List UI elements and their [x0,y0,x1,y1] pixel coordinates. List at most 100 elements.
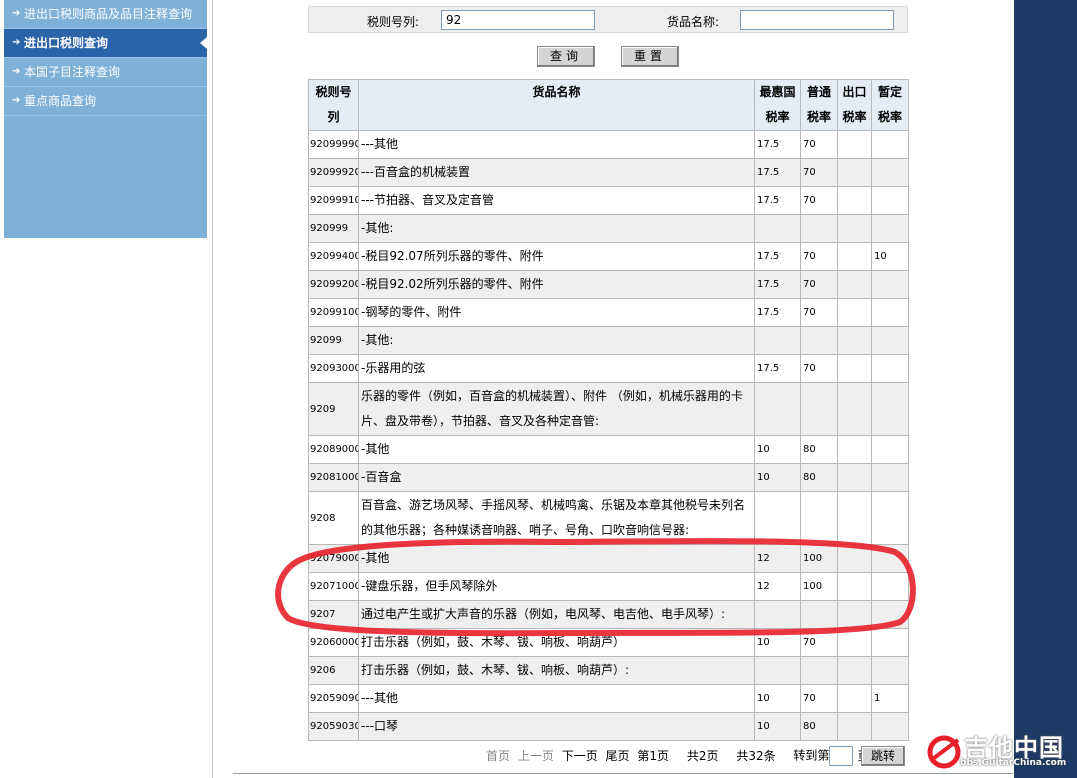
cell-code: 9207 [308,600,359,629]
sidebar-item[interactable]: ➔ 进出口税则查询 [4,29,207,58]
cell-mfn: 17.5 [754,298,801,327]
cell-provisional [871,186,909,215]
pager-goto-input[interactable] [829,746,854,766]
table-row: 92099400 -税目92.07所列乐器的零件、附件 17.5 70 10 [308,242,909,271]
cell-mfn [754,600,801,629]
cell-name: 通过电产生或扩大声音的乐器（例如，电风琴、电吉他、电手风琴）: [358,600,755,629]
cell-general [800,326,838,355]
code-input[interactable] [441,10,595,30]
query-button[interactable]: 查询 [537,46,595,67]
cell-name: -其他: [358,214,755,243]
cell-name: ---其他 [358,130,755,159]
cell-code: 92099100 [308,298,359,327]
name-input[interactable] [740,10,894,30]
table-row: 9209 乐器的零件（例如，百音盒的机械装置）、附件 （例如，机械乐器用的卡片、盘… [308,382,909,436]
cell-export [837,298,872,327]
cell-general: 70 [800,130,838,159]
cell-mfn: 17.5 [754,130,801,159]
cell-general: 70 [800,354,838,383]
sidebar-item-label: 本国子目注释查询 [24,65,121,79]
cell-name: 打击乐器（例如，鼓、木琴、钹、响板、响葫芦） [358,628,755,657]
table-row: 9208 百音盒、游艺场风琴、手摇风琴、机械鸣禽、乐锯及本章其他税号未列名的其他乐… [308,491,909,545]
cell-code: 92099200 [308,270,359,299]
pager-total-items: 共32条 [736,748,776,763]
cell-export [837,214,872,243]
cell-mfn: 10 [754,684,801,713]
cell-provisional [871,491,909,545]
sidebar-item-label: 进出口税则查询 [24,36,109,50]
cell-general: 70 [800,298,838,327]
jump-button[interactable]: 跳转 [861,746,905,766]
cell-export [837,491,872,545]
cell-export [837,656,872,685]
cell-name: -百音盒 [358,463,755,492]
sidebar-item[interactable]: ➔ 重点商品查询 [4,87,207,116]
sidebar-item[interactable]: ➔ 本国子目注释查询 [4,58,207,87]
code-label: 税则号列: [367,15,420,29]
sidebar-menu: ➔ 进出口税则商品及品目注释查询 ➔ 进出口税则查询 ➔ 本国子目注释查询 ➔ 重点商品查询 [4,0,207,116]
cell-code: 92059030 [308,712,359,741]
cell-export [837,130,872,159]
cell-export [837,572,872,601]
cell-export [837,463,872,492]
cell-name: 打击乐器（例如，鼓、木琴、钹、响板、响葫芦）: [358,656,755,685]
cell-general: 100 [800,544,838,573]
cell-code: 92093000 [308,354,359,383]
cell-provisional [871,354,909,383]
cell-provisional [871,214,909,243]
cell-name: -税目92.02所列乐器的零件、附件 [358,270,755,299]
cell-provisional [871,463,909,492]
cell-general: 70 [800,158,838,187]
pager-last[interactable]: 尾页 [606,749,630,763]
table-body: 92099990 ---其他 17.5 70 92099920 ---百音盒的机械装置 17… [308,130,909,741]
cell-code: 9208 [308,491,359,545]
table-row: 92099200 -税目92.02所列乐器的零件、附件 17.5 70 [308,270,909,299]
table-row: 92099920 ---百音盒的机械装置 17.5 70 [308,158,909,187]
cell-mfn: 17.5 [754,186,801,215]
cell-export [837,326,872,355]
header-general: 普通税率 [800,79,838,131]
sidebar-item-label: 重点商品查询 [24,94,97,108]
cell-general: 80 [800,435,838,464]
table-row: 92059090 ---其他 10 70 1 [308,684,909,713]
table-row: 92099 -其他: [308,326,909,355]
sidebar-item[interactable]: ➔ 进出口税则商品及品目注释查询 [4,0,207,29]
table-row: 92099910 ---节拍器、音叉及定音管 17.5 70 [308,186,909,215]
cell-export [837,684,872,713]
cell-general [800,214,838,243]
name-label: 货品名称: [667,15,720,29]
cell-mfn: 10 [754,463,801,492]
reset-button[interactable]: 重置 [621,46,679,67]
cell-provisional [871,270,909,299]
cell-code: 92099910 [308,186,359,215]
watermark-url: bbs.GuitarChina.com [960,758,1067,768]
cell-export [837,186,872,215]
cell-general [800,491,838,545]
cell-name: -其他 [358,435,755,464]
cell-name: ---百音盒的机械装置 [358,158,755,187]
cell-provisional [871,382,909,436]
pager-prev[interactable]: 上一页 [518,749,554,763]
sidebar: ➔ 进出口税则商品及品目注释查询 ➔ 进出口税则查询 ➔ 本国子目注释查询 ➔ 重点商品查询 [4,0,207,238]
pager-first[interactable]: 首页 [486,749,510,763]
cell-mfn: 17.5 [754,354,801,383]
header-code: 税则号列 [308,79,359,131]
table-row: 9206 打击乐器（例如，鼓、木琴、钹、响板、响葫芦）: [308,656,909,685]
cell-name: 百音盒、游艺场风琴、手摇风琴、机械鸣禽、乐锯及本章其他税号未列名的其他乐器；各种… [358,491,755,545]
cell-code: 92099990 [308,130,359,159]
table-row: 92099990 ---其他 17.5 70 [308,130,909,159]
bottom-divider [233,773,1013,774]
cell-code: 9206 [308,656,359,685]
pager-next[interactable]: 下一页 [562,749,598,763]
cell-code: 92089000 [308,435,359,464]
cell-code: 92081000 [308,463,359,492]
cell-mfn: 17.5 [754,158,801,187]
cell-export [837,600,872,629]
cell-name: -键盘乐器，但手风琴除外 [358,572,755,601]
cell-export [837,270,872,299]
cell-name: 乐器的零件（例如，百音盒的机械装置）、附件 （例如，机械乐器用的卡片、盘及带卷）… [358,382,755,436]
cell-name: -其他: [358,326,755,355]
cell-mfn: 12 [754,544,801,573]
cell-code: 92099400 [308,242,359,271]
cell-provisional [871,326,909,355]
